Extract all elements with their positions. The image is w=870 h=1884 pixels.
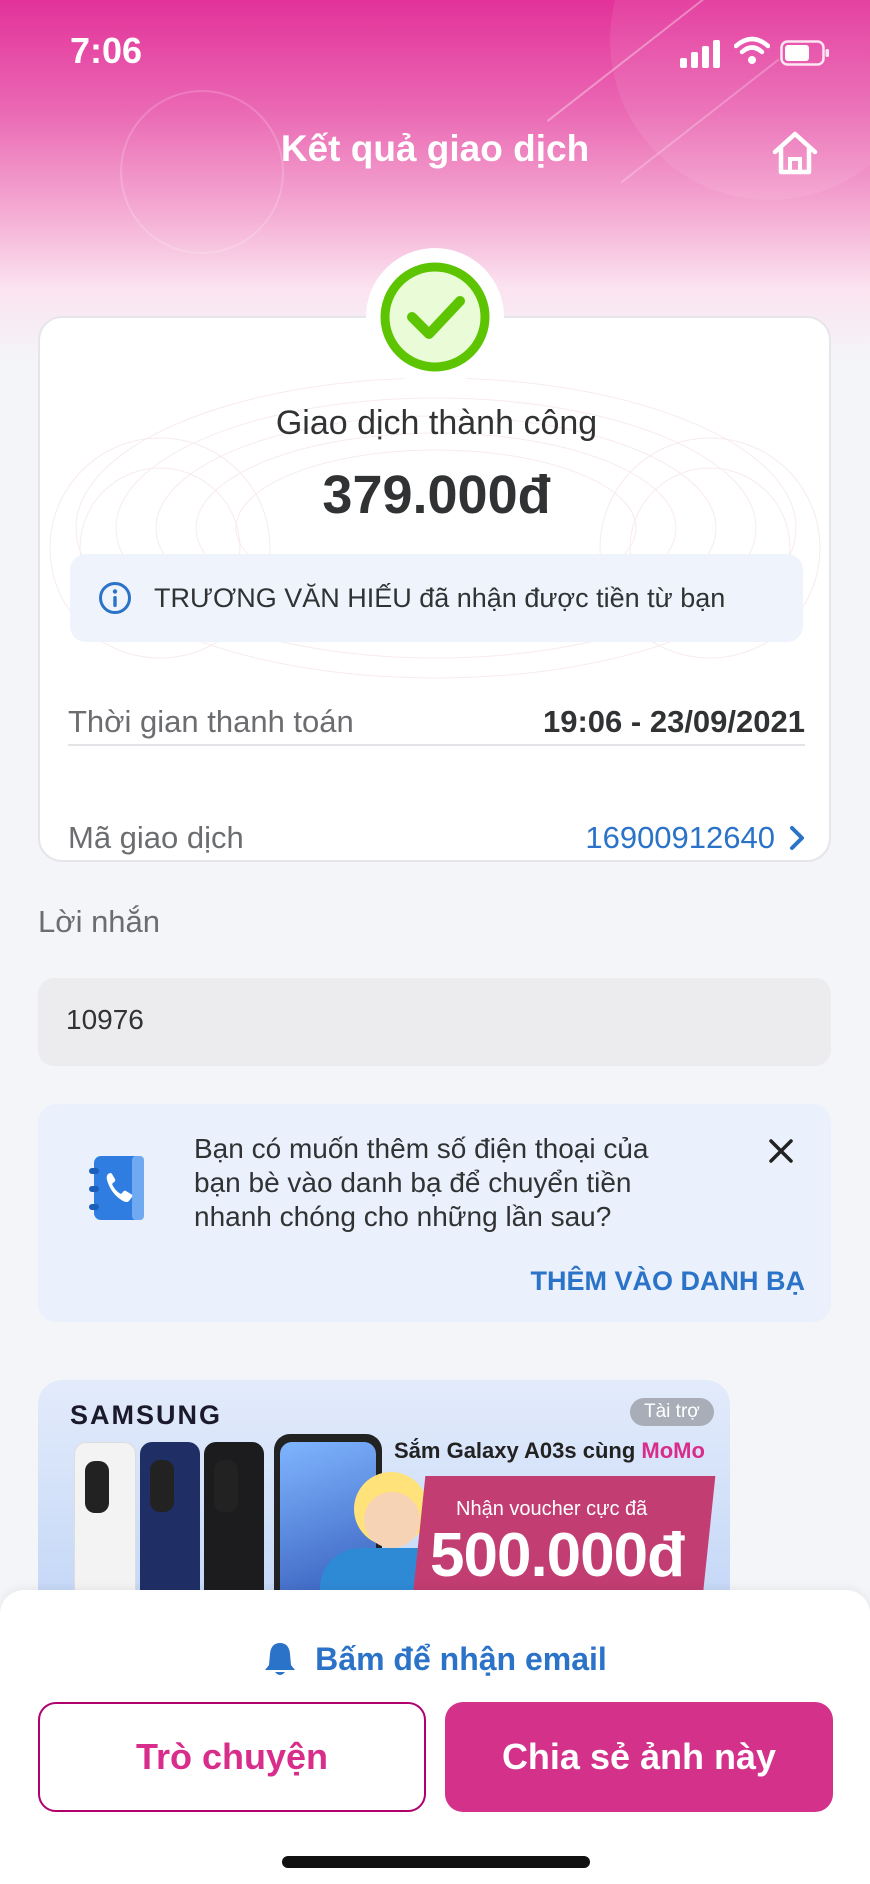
- transaction-id-label: Mã giao dịch: [68, 820, 244, 855]
- bottom-action-bar: Bấm để nhận email Trò chuyện Chia sẻ ảnh…: [0, 1590, 870, 1884]
- phone-image: [74, 1442, 136, 1590]
- status-time: 7:06: [70, 30, 143, 71]
- wifi-icon: [734, 36, 770, 64]
- recipient-info-box: TRƯƠNG VĂN HIẾU đã nhận được tiền từ bạn: [70, 554, 803, 642]
- share-image-button[interactable]: Chia sẻ ảnh này: [445, 1702, 833, 1812]
- transaction-id-row[interactable]: Mã giao dịch 16900912640: [68, 808, 805, 860]
- battery-icon: [780, 40, 829, 66]
- transaction-status: Giao dịch thành công: [275, 404, 598, 442]
- home-icon[interactable]: [770, 130, 820, 176]
- receive-email-label: Bấm để nhận email: [315, 1640, 607, 1677]
- promo-subtitle: Nhận voucher cực đã: [456, 1498, 648, 1520]
- message-box: 10976: [38, 978, 831, 1066]
- contact-book-icon: [89, 1156, 144, 1220]
- payment-time-label: Thời gian thanh toán: [68, 704, 354, 739]
- divider: [68, 744, 805, 746]
- transaction-result-card: Giao dịch thành công 379.000đ TRƯƠNG VĂN…: [38, 316, 831, 862]
- phone-image: [204, 1442, 264, 1590]
- payment-time-value: 19:06 - 23/09/2021: [543, 704, 805, 739]
- transaction-amount: 379.000đ: [322, 465, 551, 525]
- info-icon: [99, 582, 131, 614]
- sponsored-banner[interactable]: SAMSUNG Tài trợ Sắm Galaxy A03s cùng MoM…: [38, 1380, 730, 1590]
- transaction-id-link[interactable]: 16900912640: [585, 820, 805, 856]
- message-label: Lời nhắn: [38, 904, 161, 939]
- add-contact-prompt: Bạn có muốn thêm số điện thoại của bạn b…: [194, 1133, 649, 1232]
- check-circle-icon: [380, 262, 490, 372]
- message-value: 10976: [66, 1004, 144, 1035]
- home-indicator: [282, 1856, 590, 1868]
- chevron-right-icon: [790, 826, 804, 850]
- page-title: Kết quả giao dịch: [280, 128, 590, 169]
- promo-amount: 500.000đ: [430, 1521, 685, 1590]
- receive-email-link[interactable]: Bấm để nhận email: [0, 1640, 870, 1678]
- add-contact-card: Bạn có muốn thêm số điện thoại của bạn b…: [38, 1104, 831, 1322]
- status-bar: 7:06: [0, 0, 870, 100]
- success-badge: [366, 248, 504, 386]
- recipient-info-text: TRƯƠNG VĂN HIẾU đã nhận được tiền từ bạn: [154, 582, 726, 613]
- chat-button[interactable]: Trò chuyện: [38, 1702, 426, 1812]
- close-icon[interactable]: [768, 1138, 794, 1164]
- bell-icon: [265, 1643, 296, 1675]
- banner-brand: SAMSUNG: [70, 1400, 223, 1430]
- transaction-id-value: 16900912640: [585, 820, 775, 855]
- signal-icon: [680, 40, 720, 68]
- add-to-contacts-button[interactable]: THÊM VÀO DANH BẠ: [531, 1266, 806, 1297]
- payment-time-row: Thời gian thanh toán 19:06 - 23/09/2021: [68, 692, 805, 752]
- promo-title: Sắm Galaxy A03s cùng MoMo: [394, 1438, 705, 1463]
- phone-image: [140, 1442, 200, 1590]
- sponsored-badge: Tài trợ: [630, 1398, 714, 1426]
